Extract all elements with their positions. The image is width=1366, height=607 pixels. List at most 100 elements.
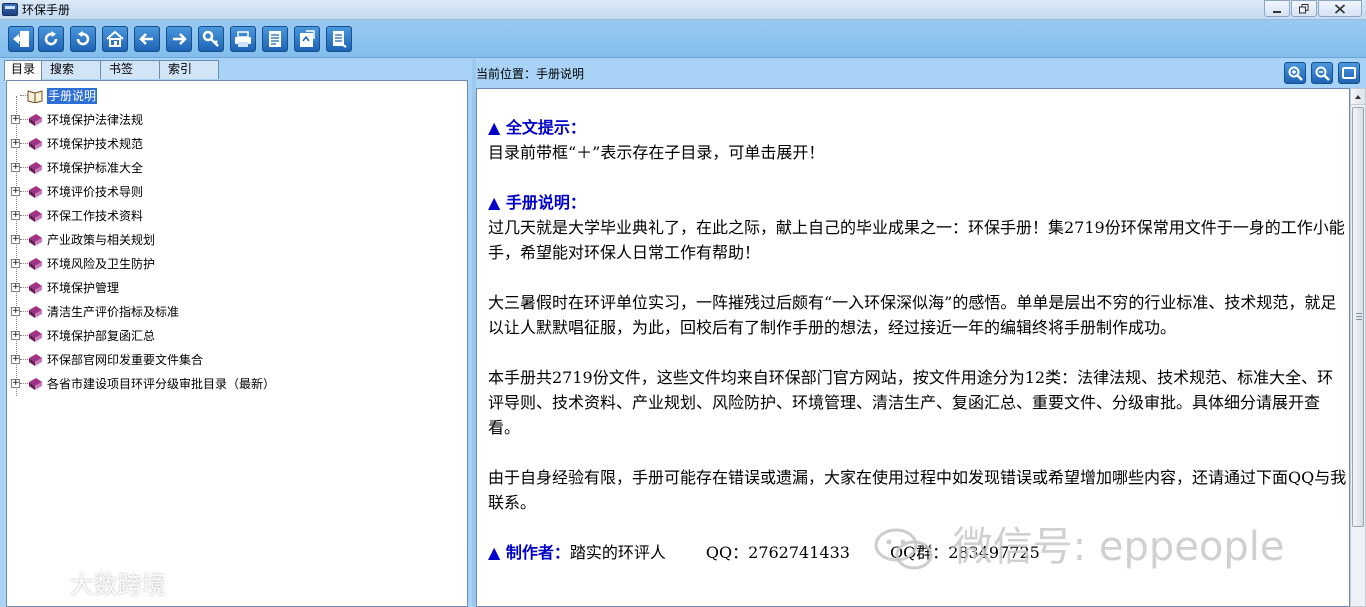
- book-icon: [29, 378, 42, 390]
- arrow-up-icon: [1355, 95, 1361, 99]
- book-icon: [29, 210, 42, 222]
- contents-tree: 手册说明 + 环境保护法律法规 + 环境保护技术规范 + 环境保护标准大全 + …: [6, 80, 468, 607]
- book-icon: [29, 138, 42, 150]
- toolbar: [0, 20, 1366, 58]
- note-button[interactable]: [262, 26, 288, 52]
- tab-contents[interactable]: 目录: [4, 60, 43, 81]
- undo-icon: [76, 31, 90, 46]
- heading-manual-intro: ▲ 手册说明：: [488, 193, 586, 212]
- back-button[interactable]: [134, 26, 160, 52]
- book-icon: [29, 306, 42, 318]
- tree-item-label: 手册说明: [47, 88, 98, 104]
- tree-item-tech-data[interactable]: + 环保工作技术资料: [7, 205, 467, 227]
- close-icon: [1334, 3, 1346, 14]
- tree-item-label: 各省市建设项目环评分级审批目录（最新）: [47, 377, 276, 391]
- tree-item-label: 环保部官网印发重要文件集合: [47, 353, 204, 367]
- paragraph-motivation: 大三暑假时在环评单位实习，一阵摧残过后颇有“一入环保深似海”的感悟。单单是层出不…: [488, 293, 1337, 337]
- expand-icon[interactable]: +: [11, 283, 20, 292]
- open-book-icon: [27, 90, 43, 103]
- refresh-icon: [44, 31, 58, 46]
- forward-button[interactable]: [166, 26, 192, 52]
- tree-item-label: 环境保护法律法规: [47, 113, 144, 127]
- zoom-out-button[interactable]: [1311, 62, 1333, 84]
- expand-icon[interactable]: +: [11, 115, 20, 124]
- tree-item-important-docs[interactable]: + 环保部官网印发重要文件集合: [7, 349, 467, 371]
- tree-item-policy[interactable]: + 产业政策与相关规划: [7, 229, 467, 251]
- watermark-right-text: 微信号: eppeople: [952, 524, 1285, 570]
- paragraph-tip: 目录前带框“＋”表示存在子目录，可单击展开！: [488, 143, 825, 162]
- refresh-button[interactable]: [38, 26, 64, 52]
- bookmark-add-icon: [300, 30, 315, 47]
- print-button[interactable]: [230, 26, 256, 52]
- tree-item-clean-production[interactable]: + 清洁生产评价指标及标准: [7, 301, 467, 323]
- location-bar: 当前位置：手册说明: [476, 59, 1366, 86]
- undo-button[interactable]: [70, 26, 96, 52]
- expand-icon[interactable]: +: [11, 379, 20, 388]
- expand-icon[interactable]: +: [11, 259, 20, 268]
- book-icon: [29, 330, 42, 342]
- tab-search[interactable]: 搜索: [41, 60, 102, 79]
- tree-item-tech-spec[interactable]: + 环境保护技术规范: [7, 133, 467, 155]
- tree-item-management[interactable]: + 环境保护管理: [7, 277, 467, 299]
- zoom-out-icon: [1315, 66, 1330, 81]
- search-key-icon: [202, 30, 219, 47]
- minimize-icon: [1273, 10, 1281, 13]
- minimize-button[interactable]: [1264, 0, 1290, 17]
- tree-item-risk[interactable]: + 环境风险及卫生防护: [7, 253, 467, 275]
- fullscreen-button[interactable]: [1338, 62, 1360, 84]
- expand-icon[interactable]: +: [11, 139, 20, 148]
- tab-bookmarks[interactable]: 书签: [100, 60, 161, 79]
- tree-item-label: 产业政策与相关规划: [47, 233, 156, 247]
- expand-icon[interactable]: +: [11, 211, 20, 220]
- window-title: 环保手册: [22, 3, 71, 17]
- bookmark-add-button[interactable]: [294, 26, 320, 52]
- zoom-in-icon: [1288, 66, 1303, 81]
- book-icon: [29, 162, 42, 174]
- paragraph-intro: 过几天就是大学毕业典礼了，在此之际，献上自己的毕业成果之一：环保手册！集2719…: [488, 218, 1345, 262]
- watermark-left-text: 大数跨境: [69, 571, 166, 599]
- tab-index[interactable]: 索引: [159, 60, 220, 79]
- tree-item-label: 环境评价技术导则: [47, 185, 144, 199]
- tree-item-label: 环境保护部复函汇总: [47, 329, 156, 343]
- search-key-button[interactable]: [198, 26, 224, 52]
- expand-icon[interactable]: +: [11, 355, 20, 364]
- heading-author: ▲ 制作者：: [488, 543, 570, 562]
- tree-item-law[interactable]: + 环境保护法律法规: [7, 109, 467, 131]
- zoom-in-button[interactable]: [1284, 62, 1306, 84]
- window-controls: [1263, 0, 1362, 18]
- tree-item-replies[interactable]: + 环境保护部复函汇总: [7, 325, 467, 347]
- expand-icon[interactable]: +: [11, 163, 20, 172]
- nav-tabs: 目录 搜索 书签 索引: [4, 60, 220, 81]
- forward-arrow-icon: [173, 33, 187, 45]
- scrollbar-thumb[interactable]: [1352, 107, 1364, 527]
- paragraph-feedback: 由于自身经验有限，手册可能存在错误或遗漏，大家在使用过程中如发现错误或希望增加哪…: [488, 468, 1347, 512]
- exit-button[interactable]: [8, 26, 34, 52]
- close-button[interactable]: [1318, 0, 1362, 17]
- heading-full-text-tip: ▲ 全文提示：: [488, 118, 586, 137]
- scroll-up-button[interactable]: [1351, 89, 1365, 105]
- tree-item-eia-guide[interactable]: + 环境评价技术导则: [7, 181, 467, 203]
- book-icon: [29, 258, 42, 270]
- back-arrow-icon: [139, 33, 153, 45]
- vertical-scrollbar[interactable]: [1350, 88, 1366, 607]
- home-button[interactable]: [102, 26, 128, 52]
- expand-icon[interactable]: +: [11, 235, 20, 244]
- list-button[interactable]: [326, 26, 352, 52]
- title-bar: 环保手册: [0, 0, 1366, 20]
- list-icon: [333, 31, 347, 48]
- restore-icon: [1299, 3, 1309, 13]
- expand-icon[interactable]: +: [11, 331, 20, 340]
- restore-button[interactable]: [1291, 0, 1317, 17]
- author-qq: QQ：2762741433: [705, 543, 850, 562]
- author-name: 踏实的环评人: [569, 543, 666, 562]
- expand-icon[interactable]: +: [11, 187, 20, 196]
- tree-item-manual-intro[interactable]: 手册说明: [7, 85, 467, 107]
- expand-icon[interactable]: +: [11, 307, 20, 316]
- tree-item-standards[interactable]: + 环境保护标准大全: [7, 157, 467, 179]
- tree-item-approval-catalog[interactable]: + 各省市建设项目环评分级审批目录（最新）: [7, 373, 467, 395]
- tree-item-label: 环境保护管理: [47, 281, 120, 295]
- home-icon: [106, 30, 124, 47]
- current-location: 当前位置：手册说明: [476, 67, 585, 81]
- book-icon: [29, 354, 42, 366]
- book-icon: [29, 282, 42, 294]
